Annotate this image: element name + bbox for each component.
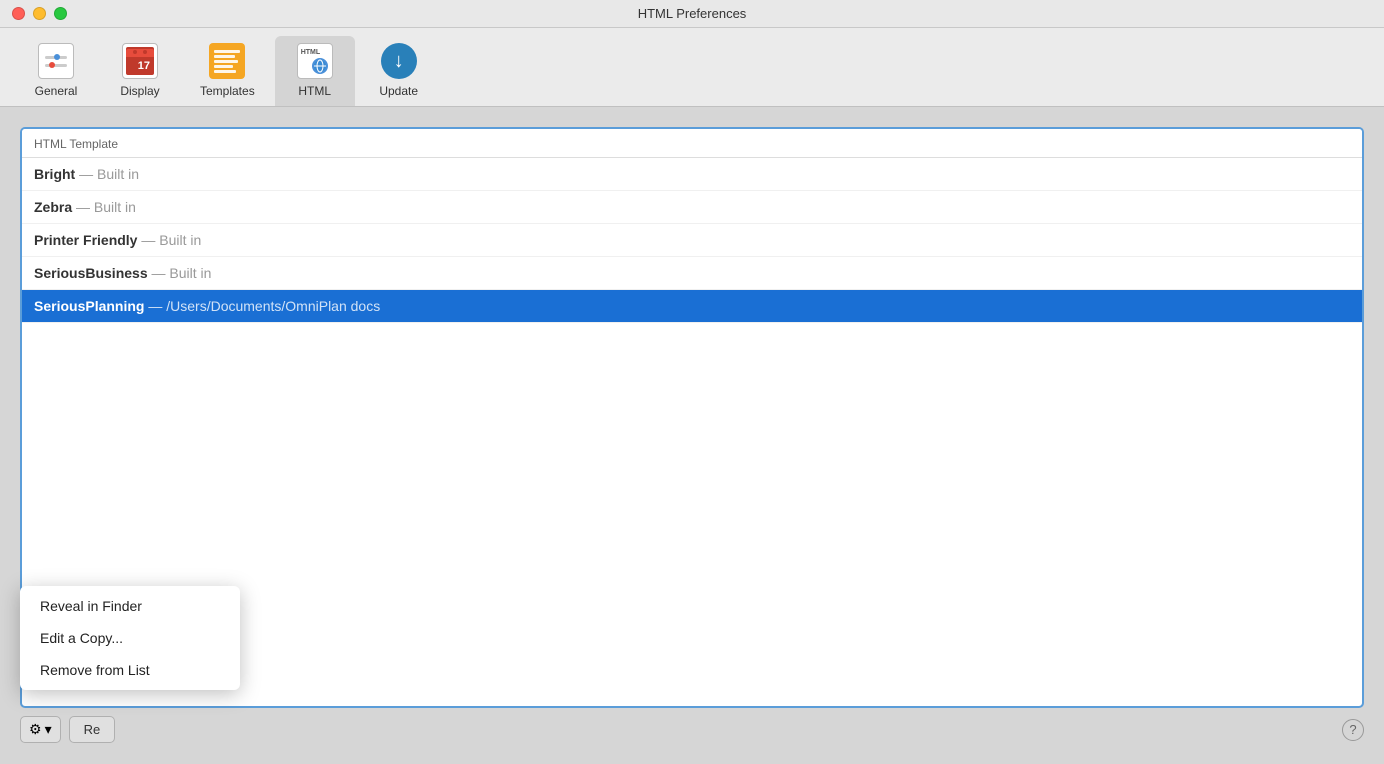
- item-name-zebra: Zebra: [34, 199, 72, 215]
- dropdown-item-reveal[interactable]: Reveal in Finder: [20, 590, 240, 622]
- item-suffix-bright: — Built in: [79, 166, 139, 182]
- item-suffix-zebra: — Built in: [76, 199, 136, 215]
- item-name-serious-planning: SeriousPlanning: [34, 298, 144, 314]
- template-line-4: [214, 65, 232, 68]
- slider-row-2: [45, 64, 67, 67]
- html-globe: [310, 56, 330, 76]
- minimize-button[interactable]: [33, 7, 46, 20]
- html-icon-box: HTML: [296, 42, 334, 80]
- template-line-2: [214, 55, 235, 58]
- left-controls: ⚙ ▾ Reveal in Finder Edit a Copy... Remo…: [20, 716, 115, 743]
- restore-label: Re: [84, 722, 101, 737]
- template-line-5: [214, 70, 236, 73]
- actions-dropdown-menu: Reveal in Finder Edit a Copy... Remove f…: [20, 586, 240, 690]
- display-label: Display: [120, 84, 159, 98]
- list-header: HTML Template: [22, 129, 1362, 158]
- main-content: HTML Template Bright — Built in Zebra — …: [0, 107, 1384, 763]
- restore-button[interactable]: Re: [69, 716, 116, 743]
- toolbar-item-templates[interactable]: Templates: [184, 36, 271, 106]
- item-name-printer-friendly: Printer Friendly: [34, 232, 137, 248]
- templates-label: Templates: [200, 84, 255, 98]
- list-item-zebra[interactable]: Zebra — Built in: [22, 191, 1362, 224]
- toolbar-item-html[interactable]: HTML HTML: [275, 36, 355, 106]
- globe-svg: [313, 59, 327, 73]
- general-label: General: [35, 84, 78, 98]
- toolbar-item-general[interactable]: General: [16, 36, 96, 106]
- list-item-bright[interactable]: Bright — Built in: [22, 158, 1362, 191]
- close-button[interactable]: [12, 7, 25, 20]
- calendar-dot-1: [133, 50, 137, 54]
- list-item-serious-planning[interactable]: SeriousPlanning — /Users/Documents/OmniP…: [22, 290, 1362, 323]
- title-bar: HTML Preferences: [0, 0, 1384, 28]
- calendar-dot-2: [143, 50, 147, 54]
- help-icon: ?: [1349, 722, 1356, 737]
- display-icon: 17: [122, 43, 158, 79]
- template-line-3: [214, 60, 237, 63]
- gear-icon: ⚙: [29, 721, 42, 738]
- dropdown-item-edit[interactable]: Edit a Copy...: [20, 622, 240, 654]
- list-item-printer-friendly[interactable]: Printer Friendly — Built in: [22, 224, 1362, 257]
- list-item-serious-business[interactable]: SeriousBusiness — Built in: [22, 257, 1362, 290]
- html-text: HTML: [301, 49, 320, 56]
- toolbar-item-display[interactable]: 17 Display: [100, 36, 180, 106]
- general-icon: [38, 43, 74, 79]
- display-icon-box: 17: [121, 42, 159, 80]
- calendar-dots: [130, 50, 150, 54]
- help-button[interactable]: ?: [1342, 719, 1364, 741]
- item-name-bright: Bright: [34, 166, 75, 182]
- display-number: 17: [138, 60, 150, 72]
- general-icon-box: [37, 42, 75, 80]
- item-name-serious-business: SeriousBusiness: [34, 265, 148, 281]
- html-label: HTML: [298, 84, 331, 98]
- update-arrow: ↓: [394, 51, 404, 71]
- window-title: HTML Preferences: [638, 6, 747, 21]
- chevron-down-icon: ▾: [45, 721, 52, 738]
- maximize-button[interactable]: [54, 7, 67, 20]
- slider-row-1: [45, 56, 67, 59]
- gear-dropdown-button[interactable]: ⚙ ▾: [20, 716, 61, 743]
- update-label: Update: [379, 84, 418, 98]
- template-line-1: [214, 50, 240, 53]
- update-icon-box: ↓: [380, 42, 418, 80]
- display-inner: 17: [126, 47, 154, 75]
- html-icon: HTML: [297, 43, 333, 79]
- toolbar-item-update[interactable]: ↓ Update: [359, 36, 439, 106]
- templates-icon: [209, 43, 245, 79]
- update-icon: ↓: [381, 43, 417, 79]
- dropdown-item-remove[interactable]: Remove from List: [20, 654, 240, 686]
- toolbar: General 17 Display: [0, 28, 1384, 107]
- item-suffix-printer-friendly: — Built in: [141, 232, 201, 248]
- bottom-bar: ⚙ ▾ Reveal in Finder Edit a Copy... Remo…: [20, 716, 1364, 743]
- window-controls: [12, 7, 67, 20]
- item-suffix-serious-planning: — /Users/Documents/OmniPlan docs: [148, 298, 380, 314]
- item-suffix-serious-business: — Built in: [152, 265, 212, 281]
- templates-icon-box: [208, 42, 246, 80]
